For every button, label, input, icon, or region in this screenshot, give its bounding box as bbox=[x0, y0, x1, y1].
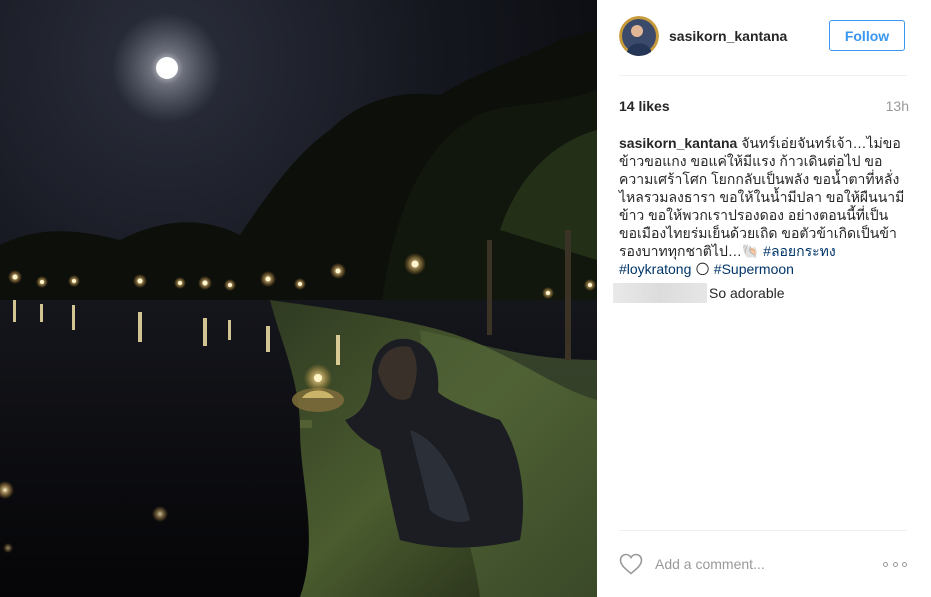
hashtag-loykratong-thai[interactable]: #ลอยกระทง bbox=[763, 243, 836, 259]
comment-item: So adorable bbox=[613, 283, 913, 303]
add-comment-input[interactable]: Add a comment... bbox=[655, 556, 883, 572]
comment-text: So adorable bbox=[709, 285, 785, 301]
caption-username[interactable]: sasikorn_kantana bbox=[619, 135, 737, 151]
post-timestamp[interactable]: 13h bbox=[886, 98, 909, 114]
hashtag-loykratong[interactable]: #loykratong bbox=[619, 261, 691, 277]
heart-outline-icon[interactable] bbox=[619, 553, 643, 575]
likes-count[interactable]: 14 likes bbox=[619, 98, 670, 114]
hashtag-supermoon[interactable]: #Supermoon bbox=[714, 261, 794, 277]
follow-button[interactable]: Follow bbox=[829, 20, 905, 51]
post-sidebar: sasikorn_kantana Follow 14 likes 13h sas… bbox=[597, 0, 931, 597]
header-divider bbox=[619, 75, 907, 76]
footer-divider bbox=[619, 530, 907, 531]
more-options-icon[interactable] bbox=[883, 559, 907, 569]
post-caption: sasikorn_kantana จันทร์เอ่ยจันทร์เจ้า…ไม… bbox=[619, 134, 909, 278]
caption-text: จันทร์เอ่ยจันทร์เจ้า…ไม่ขอข้าวขอแกง ขอแค… bbox=[619, 135, 905, 259]
post-modal: sasikorn_kantana Follow 14 likes 13h sas… bbox=[0, 0, 931, 597]
moon-emoji: 🌕 bbox=[695, 261, 710, 277]
author-username[interactable]: sasikorn_kantana bbox=[669, 28, 787, 44]
avatar[interactable] bbox=[619, 16, 659, 56]
shell-emoji: 🐚 bbox=[741, 243, 760, 259]
post-photo[interactable] bbox=[0, 0, 597, 597]
blurred-commenter-name bbox=[613, 283, 707, 303]
post-header: sasikorn_kantana Follow bbox=[619, 16, 907, 56]
night-lake-photo bbox=[0, 0, 597, 597]
post-footer: Add a comment... bbox=[619, 548, 907, 580]
